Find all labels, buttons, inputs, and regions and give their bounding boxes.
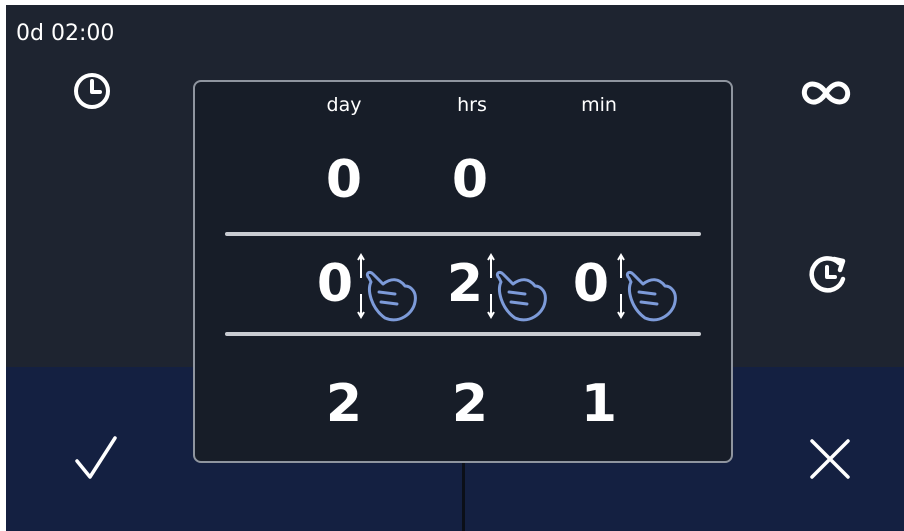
infinity-icon[interactable] — [796, 75, 856, 111]
screen: 0d 02:00 day hrs min 0 0 0 2 0 2 2 1 — [6, 5, 904, 531]
clock-icon[interactable] — [72, 71, 112, 111]
cancel-button[interactable] — [808, 437, 852, 481]
close-icon — [810, 439, 850, 479]
day-prev-value[interactable]: 0 — [314, 150, 374, 210]
elapsed-time-label: 0d 02:00 — [16, 21, 115, 46]
selection-line-bottom — [225, 332, 701, 336]
day-next-value[interactable]: 2 — [314, 374, 374, 434]
column-label-day: day — [326, 94, 362, 116]
column-label-min: min — [581, 94, 617, 116]
confirm-button[interactable] — [74, 435, 118, 481]
hrs-prev-value[interactable]: 0 — [440, 150, 500, 210]
swipe-hand-icon — [487, 253, 547, 322]
restart-timer-icon[interactable] — [803, 251, 853, 299]
min-next-value[interactable]: 1 — [569, 374, 629, 434]
column-label-hrs: hrs — [457, 94, 487, 116]
min-selected-value[interactable]: 0 — [561, 254, 621, 314]
selection-line-top — [225, 232, 701, 236]
checkmark-icon — [75, 436, 117, 479]
hrs-next-value[interactable]: 2 — [440, 374, 500, 434]
swipe-hand-icon — [357, 253, 417, 322]
swipe-hand-icon — [617, 253, 677, 322]
time-picker-dialog: day hrs min 0 0 0 2 0 2 2 1 — [193, 80, 733, 463]
